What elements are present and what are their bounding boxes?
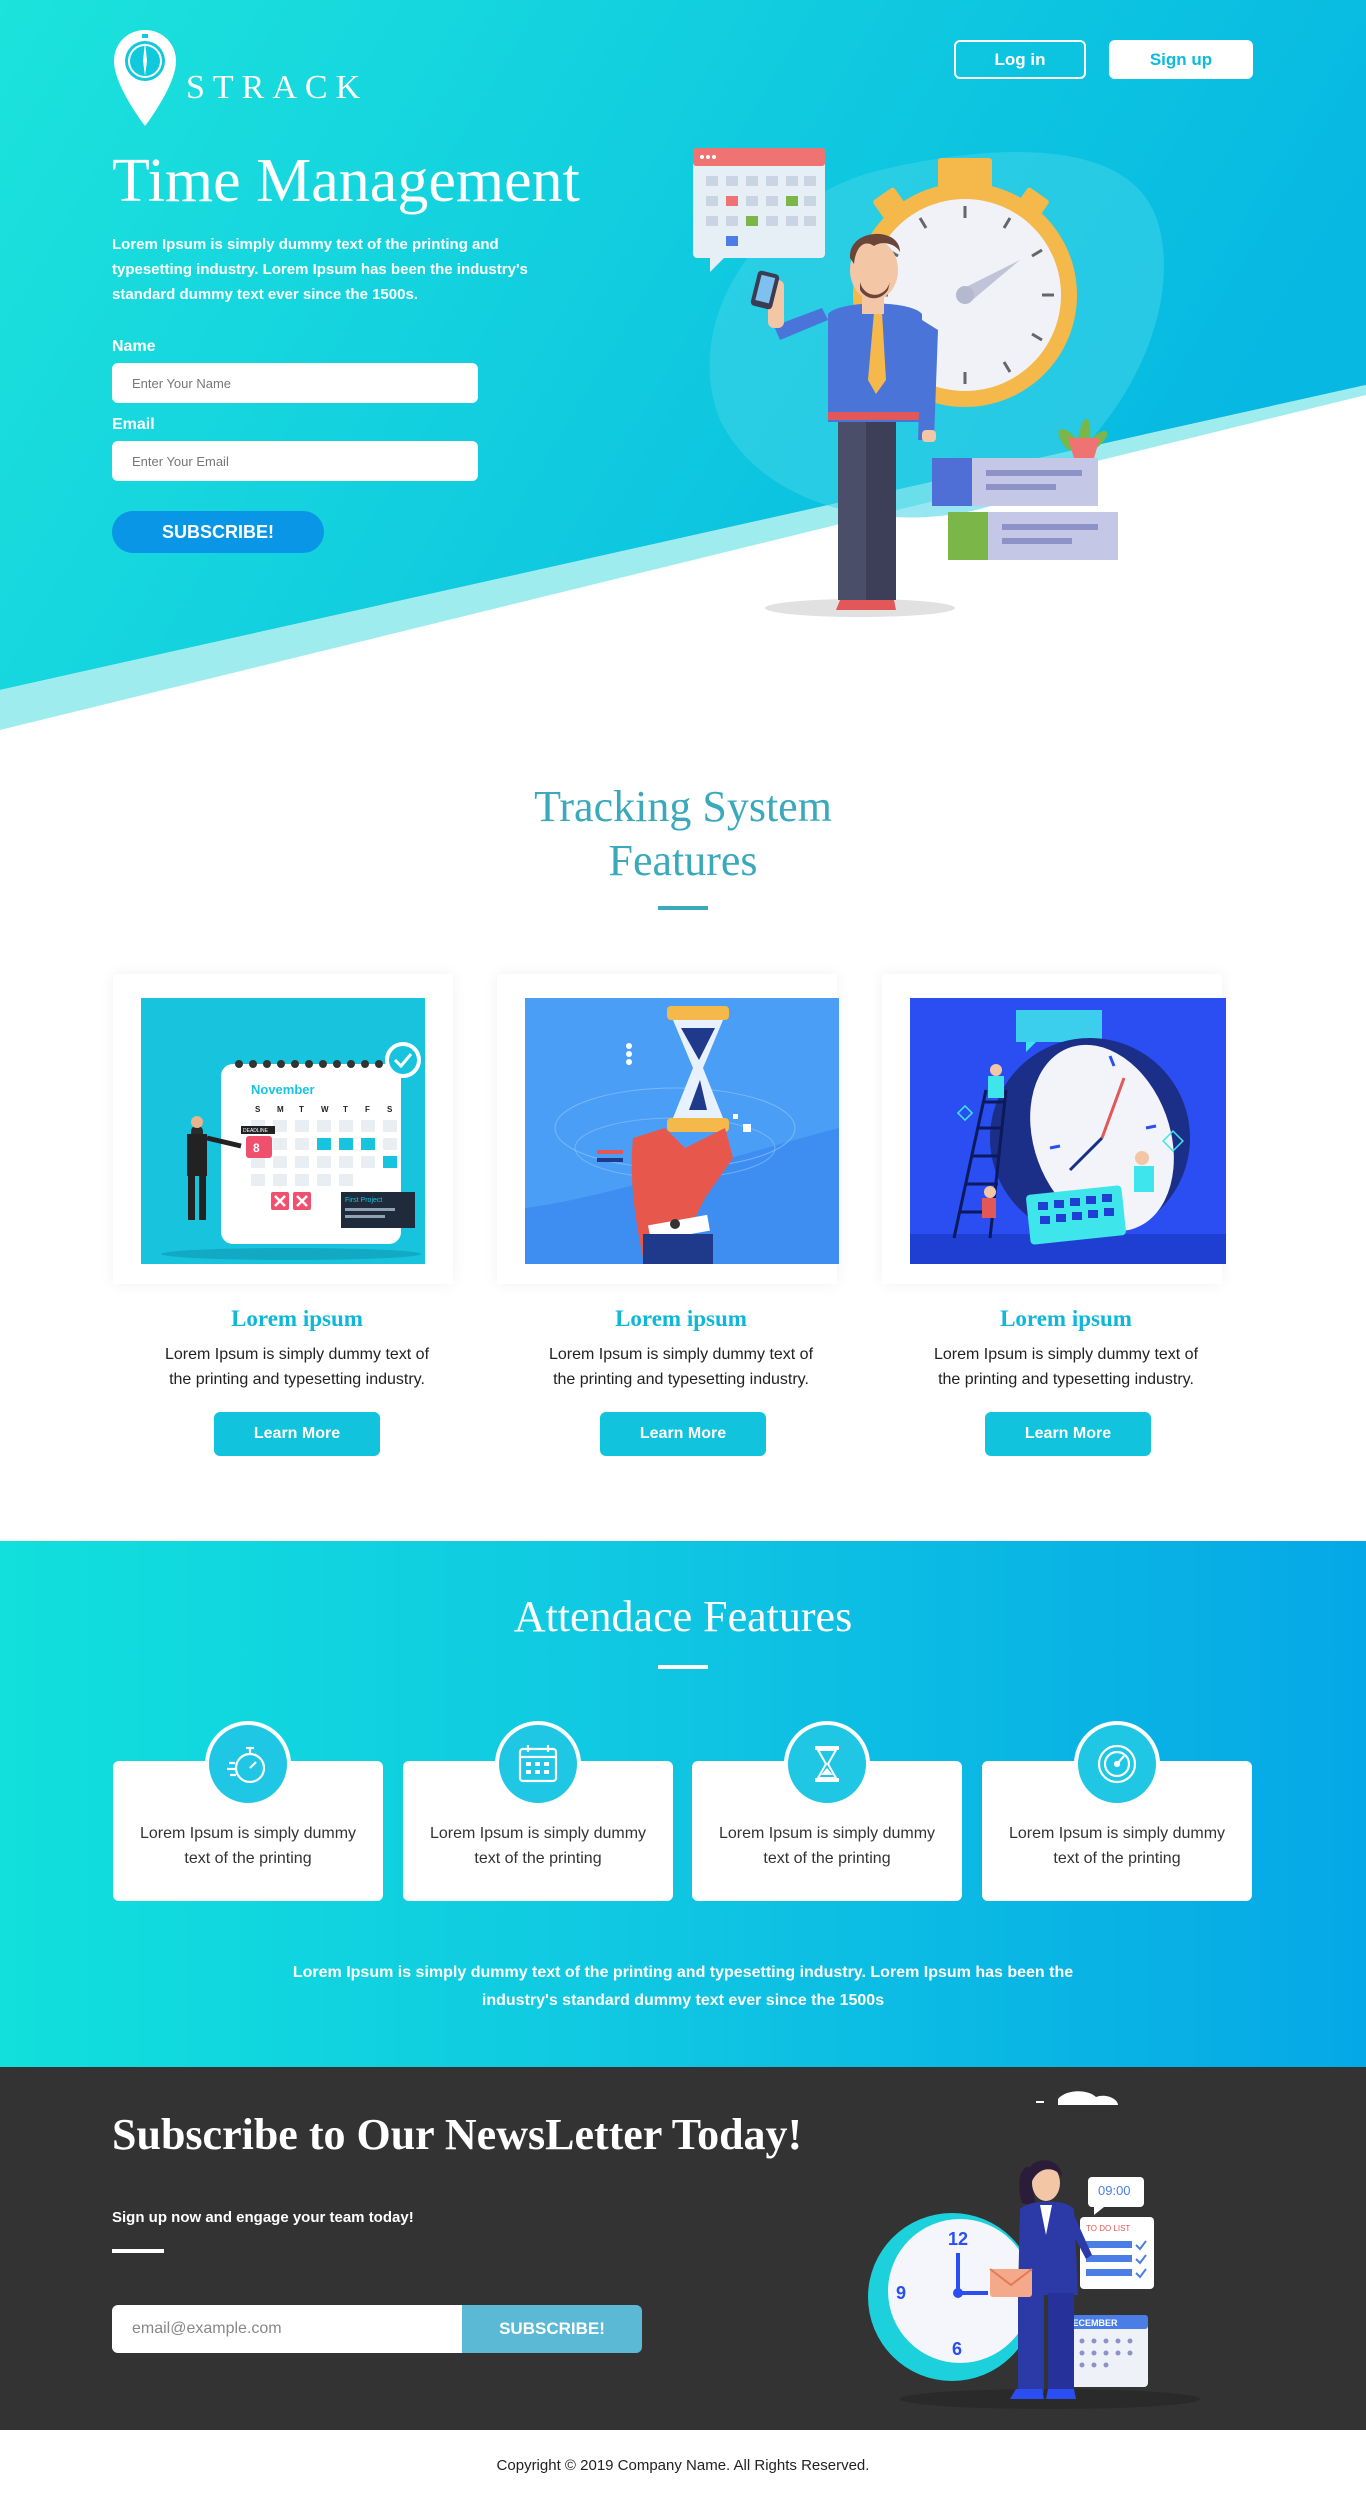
brand-logo[interactable]: STRACK (112, 28, 368, 130)
weekday-label: T (343, 1105, 348, 1114)
location-pin-logo-icon (114, 30, 176, 126)
calendar-icon (495, 1721, 581, 1807)
attendance-card-4-text: Lorem Ipsum is simply dummy text of the … (1008, 1825, 1226, 1867)
feature-card-1-learn-more-button[interactable]: Learn More (214, 1412, 380, 1456)
brand-name: STRACK (186, 69, 369, 106)
email-label: Email (112, 416, 155, 433)
hourglass-icon (784, 1721, 870, 1807)
speedometer-icon (1074, 1721, 1160, 1807)
name-label: Name (112, 338, 156, 355)
tracking-title-line2: Features (608, 836, 758, 885)
feature-card-2-learn-more-button[interactable]: Learn More (600, 1412, 766, 1456)
project-label: First Project (345, 1197, 382, 1204)
hourglass-illustration (525, 998, 839, 1264)
feature-card-1-text: Lorem Ipsum is simply dummy text of the … (164, 1346, 430, 1388)
deadline-date: 8 (253, 1141, 260, 1155)
weekday-label: F (365, 1105, 370, 1114)
name-input[interactable]: Enter Your Name (112, 363, 478, 403)
feature-card-3-text: Lorem Ipsum is simply dummy text of the … (933, 1346, 1199, 1388)
hero-title: Time Management (112, 147, 580, 215)
tracking-title-divider (658, 906, 708, 910)
newsletter-section: Subscribe to Our NewsLetter Today! Sign … (0, 2067, 1366, 2430)
footer: Copyright © 2019 Company Name. All Right… (0, 2430, 1366, 2500)
clock-label: 9 (896, 2283, 906, 2303)
hero-description: Lorem Ipsum is simply dummy text of the … (112, 236, 528, 303)
attendance-title-divider (658, 1665, 708, 1669)
hero-section: STRACK Log in Sign up Time Management Lo… (0, 0, 1366, 730)
calendar-illustration: November S M T W T F S 8 DEADLINE First … (141, 998, 425, 1264)
feature-card-2-text: Lorem Ipsum is simply dummy text of the … (548, 1346, 814, 1388)
login-button[interactable]: Log in (954, 40, 1086, 79)
stopwatch-icon (205, 1721, 291, 1807)
feature-card-1-title: Lorem ipsum (231, 1306, 363, 1331)
newsletter-divider (112, 2249, 164, 2253)
todo-list-label: TO DO LIST (1086, 2224, 1130, 2233)
clock-label: 6 (952, 2339, 962, 2359)
attendance-card-2-text: Lorem Ipsum is simply dummy text of the … (429, 1825, 647, 1867)
newsletter-subscribe-button[interactable]: SUBSCRIBE! (462, 2305, 642, 2353)
attendance-card-3-text: Lorem Ipsum is simply dummy text of the … (718, 1825, 936, 1867)
time-management-illustration (693, 148, 1118, 617)
hero-subscribe-button[interactable]: SUBSCRIBE! (112, 511, 324, 553)
tracking-title: Tracking System Features (0, 780, 1366, 888)
weekday-label: T (299, 1105, 304, 1114)
signup-button[interactable]: Sign up (1109, 40, 1253, 79)
clock-label: 12 (948, 2229, 968, 2249)
copyright-text: Copyright © 2019 Company Name. All Right… (496, 2456, 870, 2474)
tracking-title-line1: Tracking System (534, 782, 832, 831)
weekday-label: M (277, 1105, 284, 1114)
newsletter-illustration: 12 9 6 DECEMBER TO DO LIST 09:00 (868, 2091, 1200, 2409)
attendance-section: Attendace Features Lorem Ipsum is simply… (0, 1541, 1366, 2067)
weekday-label: W (321, 1105, 329, 1114)
feature-card-3 (882, 974, 1226, 1284)
feature-card-3-learn-more-button[interactable]: Learn More (985, 1412, 1151, 1456)
weekday-label: S (255, 1105, 261, 1114)
feature-card-2 (497, 974, 839, 1284)
calendar-month: November (251, 1082, 315, 1097)
attendance-card-1-text: Lorem Ipsum is simply dummy text of the … (139, 1825, 357, 1867)
attendance-note: Lorem Ipsum is simply dummy text of the … (292, 1964, 1074, 2009)
newsletter-email-input[interactable]: email@example.com (112, 2305, 462, 2353)
feature-card-2-title: Lorem ipsum (615, 1306, 747, 1331)
newsletter-subtitle: Sign up now and engage your team today! (112, 2209, 414, 2226)
newsletter-title: Subscribe to Our NewsLetter Today! (112, 2110, 803, 2159)
clock-team-illustration (910, 998, 1226, 1264)
email-input[interactable]: Enter Your Email (112, 441, 478, 481)
feature-card-3-title: Lorem ipsum (1000, 1306, 1132, 1331)
weekday-label: S (387, 1105, 393, 1114)
feature-card-1: November S M T W T F S 8 DEADLINE First … (113, 974, 453, 1284)
deadline-tag: DEADLINE (243, 1128, 269, 1134)
time-badge: 09:00 (1098, 2183, 1131, 2198)
attendance-title: Attendace Features (513, 1592, 853, 1641)
